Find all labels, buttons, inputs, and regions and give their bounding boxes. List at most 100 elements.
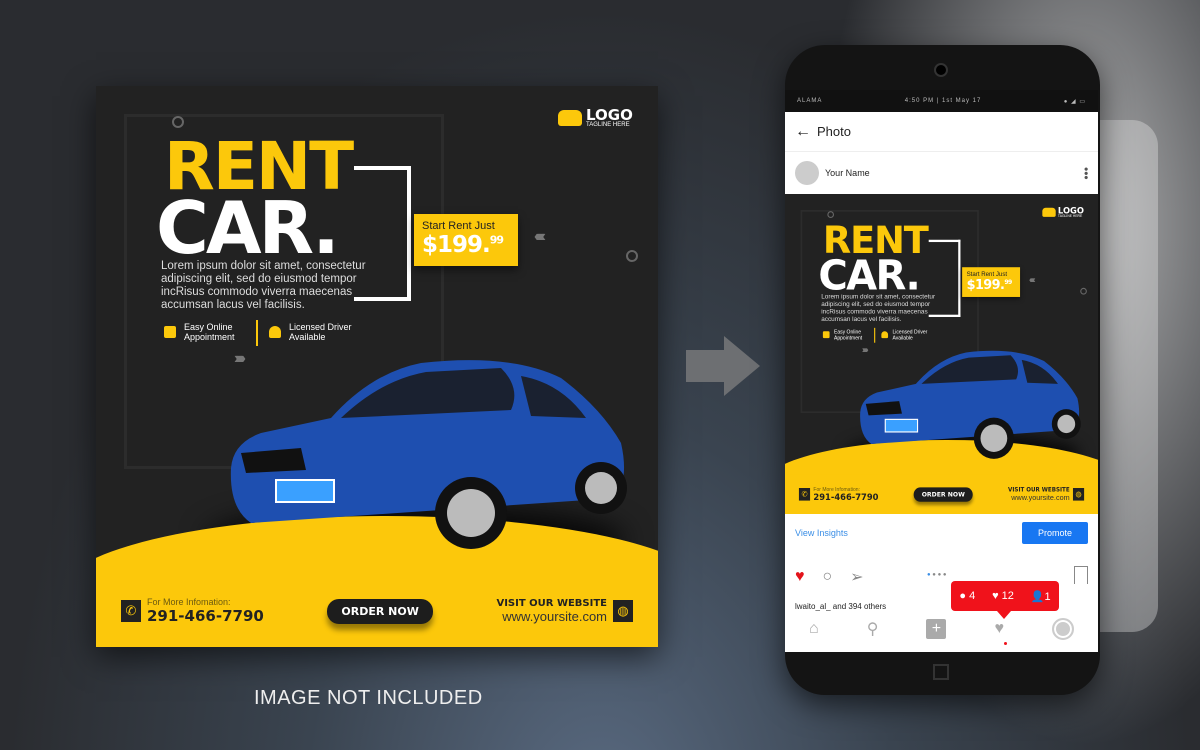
phone-icon: ✆ [798,488,811,501]
price-tag: Start Rent Just $199.99 [962,267,1021,297]
user-name[interactable]: Your Name [825,168,870,178]
decorative-circle [827,211,835,219]
more-options-icon[interactable]: ••• [1079,167,1093,180]
website-info: VISIT OUR WEBSITE www.yoursite.com ◍ [496,598,633,624]
contact-label: For More Infomation: [147,597,231,607]
feature-label: Easy Online Appointment [834,328,863,341]
car-icon [558,110,582,126]
phone-mockup: ALAMA 4:50 PM | 1st May 17 ● ◢ ▭ ← Photo… [785,45,1100,695]
avatar[interactable] [795,161,819,185]
logo-tagline: TAGLINE HERE [586,122,630,128]
bookmark-icon[interactable] [1074,566,1088,584]
bottom-nav: ⌂ ⚲ + ♥ [785,614,1098,645]
decorative-circle [172,116,184,128]
like-count: ♥ 12 [992,590,1014,602]
home-button[interactable] [933,664,949,680]
comment-count: ● 4 [959,590,976,602]
caption: IMAGE NOT INCLUDED [254,687,483,709]
feature-driver: Licensed Driver Available [881,329,931,340]
battery-icon: ● ◢ ▭ [1063,98,1086,105]
status-bar: ALAMA 4:50 PM | 1st May 17 ● ◢ ▭ [785,90,1098,112]
website-info: VISIT OUR WEBSITE www.yoursite.com ◍ [1008,487,1085,502]
price-cents: 99 [1004,278,1012,286]
title-car: CAR. [818,251,920,300]
divider [256,320,258,346]
calendar-icon [164,326,176,338]
logo: LOGO TAGLINE HERE [558,108,633,128]
search-icon[interactable]: ⚲ [867,619,879,639]
price-tag: Start Rent Just $199.99 [414,214,518,266]
car-image [230,360,627,549]
description: Lorem ipsum dolor sit amet, consectetur … [821,293,936,323]
description: Lorem ipsum dolor sit amet, consectetur … [161,260,366,311]
driver-icon [881,331,889,339]
post-actions: ♥ ○ ➢ ● ● ● ● ● 4 ♥ 12 👤1 [785,552,1098,619]
price-main: $199. [422,232,491,258]
website-url: www.yoursite.com [502,609,607,624]
decorative-circle [626,250,638,262]
header-title: Photo [817,124,851,139]
logo-text: LOGO [1057,205,1085,216]
chevrons-left-icon: ‹‹‹‹‹‹ [534,228,546,245]
app-header: ← Photo [785,112,1098,152]
phone-screen: ALAMA 4:50 PM | 1st May 17 ● ◢ ▭ ← Photo… [785,90,1098,652]
add-post-icon[interactable]: + [926,619,947,639]
logo-text: LOGO [586,106,633,124]
home-icon[interactable]: ⌂ [809,620,819,638]
back-arrow-icon[interactable]: ← [795,123,811,141]
price-label: Start Rent Just [422,220,495,232]
website-label: VISIT OUR WEBSITE [496,598,607,609]
logo: LOGO TAGLINE HERE [1042,205,1085,219]
website-url: www.yoursite.com [1011,493,1070,502]
car-image [860,350,1081,459]
carousel-dots: ● ● ● ● [927,572,947,578]
feature-label: Easy Online Appointment [184,322,235,342]
order-now-button[interactable]: ORDER NOW [327,598,433,624]
divider [874,327,876,343]
chevrons-left-icon: ‹‹‹‹‹‹ [1028,275,1036,285]
car-icon [1042,207,1056,217]
price-value: $199.99 [422,232,510,258]
status-time: 4:50 PM | 1st May 17 [904,98,982,104]
view-insights-link[interactable]: View Insights [795,528,848,538]
like-icon[interactable]: ♥ [795,568,805,586]
price-value: $199.99 [967,278,1016,293]
order-now-button[interactable]: ORDER NOW [913,487,973,502]
title-car: CAR. [156,186,340,270]
logo-tagline: TAGLINE HERE [1057,214,1083,219]
decorative-circle [1080,287,1087,295]
follower-count: 👤1 [1030,590,1051,603]
feature-label: Licensed Driver Available [289,322,352,342]
poster-footer: ✆ For More Infomation: 291-466-7790 ORDER… [121,596,633,626]
feature-driver: Licensed Driver Available [269,322,359,342]
insights-bar: View Insights Promote [785,514,1098,552]
promote-button[interactable]: Promote [1021,522,1088,544]
feature-appointment: Easy Online Appointment [822,328,868,341]
rent-car-poster: LOGO TAGLINE HERE RENT CAR. Start Rent Ju… [96,86,658,647]
globe-icon: ◍ [613,600,633,622]
price-cents: 99 [489,233,504,247]
phone-icon: ✆ [121,600,141,622]
share-icon[interactable]: ➢ [850,567,863,587]
price-label: Start Rent Just [966,270,1008,278]
feature-label: Licensed Driver Available [892,328,928,341]
profile-icon[interactable] [1051,618,1074,640]
post-image: LOGO TAGLINE HERE RENT CAR. Start Rent Ju… [785,194,1098,514]
driver-icon [269,326,281,338]
globe-icon: ◍ [1072,488,1085,501]
contact-info: ✆ For More Infomation: 291-466-7790 [798,486,879,503]
camera-icon [934,63,948,77]
poster-footer: ✆ For More Infomation: 291-466-7790 ORDER… [798,486,1085,503]
post-author: Your Name ••• [785,152,1098,194]
comment-icon[interactable]: ○ [823,568,833,586]
contact-info: ✆ For More Infomation: 291-466-7790 [121,597,264,625]
carrier: ALAMA [797,98,823,104]
notification-dot [1004,642,1007,645]
feature-appointment: Easy Online Appointment [164,322,244,342]
activity-heart-icon[interactable]: ♥ [994,620,1004,638]
post-rent-car-poster: LOGO TAGLINE HERE RENT CAR. Start Rent Ju… [785,194,1098,514]
price-main: $199. [966,277,1005,293]
notification-badge: ● 4 ♥ 12 👤1 [951,581,1059,619]
calendar-icon [822,331,830,339]
phone-number: 291-466-7790 [813,492,879,503]
